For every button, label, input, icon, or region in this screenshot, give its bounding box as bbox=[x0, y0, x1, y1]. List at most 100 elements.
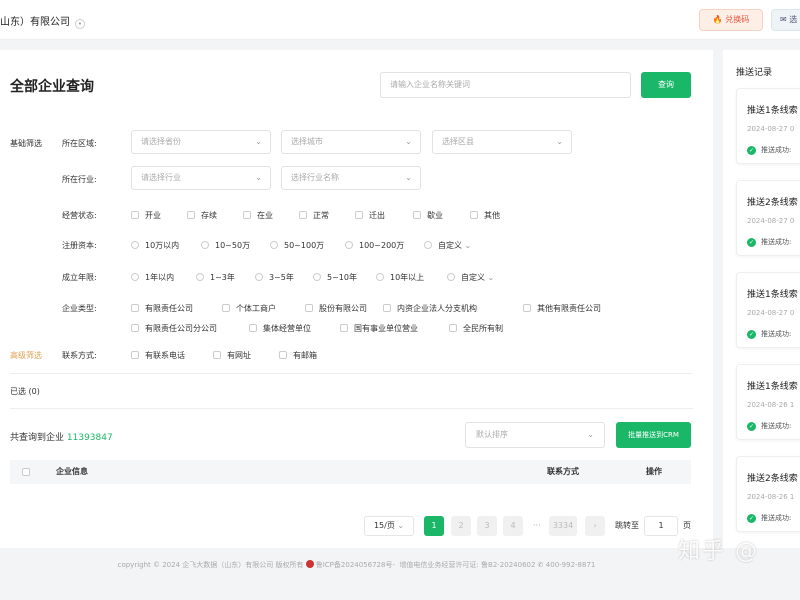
checkbox[interactable] bbox=[470, 211, 478, 219]
years-option[interactable]: 3~5年 bbox=[255, 272, 294, 283]
icp-link[interactable]: 鲁ICP备2024056728号- bbox=[316, 561, 395, 569]
contact-option[interactable]: 有邮箱 bbox=[279, 350, 317, 361]
years-option[interactable]: 自定义 ⌄ bbox=[447, 272, 494, 283]
checkbox[interactable] bbox=[131, 324, 139, 332]
redeem-code-button[interactable]: 🔥 兑换码 bbox=[699, 9, 763, 31]
option-text: 50~100万 bbox=[284, 241, 325, 250]
years-option[interactable]: 1~3年 bbox=[196, 272, 235, 283]
sort-select[interactable]: 默认排序 ⌄ bbox=[465, 422, 605, 448]
push-record-card[interactable]: 推送1条线索 2024-08-27 0 ✓ 推送成功: bbox=[736, 272, 800, 348]
radio[interactable] bbox=[270, 241, 278, 249]
type-option[interactable]: 集体经营单位 bbox=[249, 323, 311, 334]
radio[interactable] bbox=[313, 273, 321, 281]
region-label: 所在区域: bbox=[62, 139, 97, 148]
settings-icon[interactable]: • bbox=[75, 19, 85, 29]
status-option[interactable]: 在业 bbox=[243, 210, 273, 221]
radio[interactable] bbox=[131, 273, 139, 281]
status-option[interactable]: 迁出 bbox=[355, 210, 385, 221]
column-header-action: 操作 bbox=[646, 467, 662, 476]
industry-label: 所在行业: bbox=[62, 175, 97, 184]
search-button[interactable]: 查询 bbox=[641, 72, 691, 98]
type-option[interactable]: 有限责任公司 bbox=[131, 303, 193, 314]
radio[interactable] bbox=[255, 273, 263, 281]
capital-option[interactable]: 10~50万 bbox=[201, 240, 250, 251]
checkbox[interactable] bbox=[131, 351, 139, 359]
type-option[interactable]: 全民所有制 bbox=[449, 323, 503, 334]
type-option[interactable]: 其他有限责任公司 bbox=[523, 303, 601, 314]
city-select[interactable]: 选择城市 ⌄ bbox=[281, 130, 421, 154]
check-circle-icon: ✓ bbox=[747, 422, 756, 431]
sort-placeholder: 默认排序 bbox=[476, 430, 508, 439]
search-input[interactable]: 请输入企业名称关键词 bbox=[380, 72, 631, 98]
radio[interactable] bbox=[376, 273, 384, 281]
radio[interactable] bbox=[201, 241, 209, 249]
radio[interactable] bbox=[196, 273, 204, 281]
years-option[interactable]: 5~10年 bbox=[313, 272, 357, 283]
next-page-button[interactable]: › bbox=[585, 516, 605, 536]
radio[interactable] bbox=[424, 241, 432, 249]
checkbox[interactable] bbox=[413, 211, 421, 219]
district-select[interactable]: 选择区县 ⌄ bbox=[432, 130, 572, 154]
capital-option[interactable]: 50~100万 bbox=[270, 240, 324, 251]
type-option[interactable]: 有限责任公司分公司 bbox=[131, 323, 217, 334]
checkbox[interactable] bbox=[279, 351, 287, 359]
option-text: 5~10年 bbox=[327, 273, 357, 282]
select-all-checkbox[interactable] bbox=[22, 468, 30, 476]
page-size-select[interactable]: 15/页 ⌄ bbox=[364, 516, 414, 536]
status-option[interactable]: 开业 bbox=[131, 210, 161, 221]
push-record-card[interactable]: 推送2条线索 2024-08-26 1 ✓ 推送成功: bbox=[736, 456, 800, 532]
years-option[interactable]: 10年以上 bbox=[376, 272, 424, 283]
status-option[interactable]: 存续 bbox=[187, 210, 217, 221]
footer: copyright © 2024 企飞大数据（山东）有限公司 版权所有 鲁ICP… bbox=[0, 560, 713, 570]
contact-option[interactable]: 有网址 bbox=[213, 350, 251, 361]
push-record-card[interactable]: 推送1条线索 2024-08-26 1 ✓ 推送成功: bbox=[736, 364, 800, 440]
checkbox[interactable] bbox=[243, 211, 251, 219]
status-option[interactable]: 歇业 bbox=[413, 210, 443, 221]
checkbox[interactable] bbox=[523, 304, 531, 312]
type-option[interactable]: 国有事业单位营业 bbox=[340, 323, 418, 334]
type-option[interactable]: 股份有限公司 bbox=[305, 303, 367, 314]
industry-name-select[interactable]: 选择行业名称 ⌄ bbox=[281, 166, 421, 190]
province-select[interactable]: 请选择省份 ⌄ bbox=[131, 130, 271, 154]
capital-option[interactable]: 自定义 ⌄ bbox=[424, 240, 471, 251]
record-status: ✓ 推送成功: bbox=[747, 513, 791, 523]
type-option[interactable]: 个体工商户 bbox=[222, 303, 276, 314]
push-record-card[interactable]: 推送2条线索 2024-08-27 0 ✓ 推送成功: bbox=[736, 180, 800, 256]
checkbox[interactable] bbox=[299, 211, 307, 219]
checkbox[interactable] bbox=[383, 304, 391, 312]
page-button[interactable]: 1 bbox=[424, 516, 444, 536]
page-button[interactable]: 2 bbox=[451, 516, 471, 536]
status-option[interactable]: 正常 bbox=[299, 210, 329, 221]
push-to-crm-button[interactable]: 批量推送到CRM bbox=[616, 422, 691, 448]
advanced-filter-label[interactable]: 高级筛选 bbox=[10, 350, 42, 361]
record-title: 推送1条线索 bbox=[747, 106, 798, 116]
checkbox[interactable] bbox=[187, 211, 195, 219]
checkbox[interactable] bbox=[222, 304, 230, 312]
divider bbox=[10, 373, 693, 374]
capital-option[interactable]: 10万以内 bbox=[131, 240, 179, 251]
status-option[interactable]: 其他 bbox=[470, 210, 500, 221]
checkbox[interactable] bbox=[305, 304, 313, 312]
checkbox[interactable] bbox=[249, 324, 257, 332]
checkbox[interactable] bbox=[340, 324, 348, 332]
push-record-card[interactable]: 推送1条线索 2024-08-27 0 ✓ 推送成功: bbox=[736, 88, 800, 164]
checkbox[interactable] bbox=[213, 351, 221, 359]
checkbox[interactable] bbox=[355, 211, 363, 219]
radio[interactable] bbox=[447, 273, 455, 281]
page-button-last[interactable]: 3334 bbox=[549, 516, 577, 536]
radio[interactable] bbox=[345, 241, 353, 249]
checkbox[interactable] bbox=[449, 324, 457, 332]
header-more-button[interactable]: ✉ 选 bbox=[771, 9, 800, 31]
result-number: 11393847 bbox=[66, 433, 113, 443]
radio[interactable] bbox=[131, 241, 139, 249]
jump-page-input[interactable]: 1 bbox=[644, 516, 678, 536]
page-button[interactable]: 4 bbox=[503, 516, 523, 536]
industry-select[interactable]: 请选择行业 ⌄ bbox=[131, 166, 271, 190]
contact-option[interactable]: 有联系电话 bbox=[131, 350, 185, 361]
checkbox[interactable] bbox=[131, 211, 139, 219]
capital-option[interactable]: 100~200万 bbox=[345, 240, 404, 251]
page-button[interactable]: 3 bbox=[477, 516, 497, 536]
years-option[interactable]: 1年以内 bbox=[131, 272, 174, 283]
type-option[interactable]: 内资企业法人分支机构 bbox=[383, 303, 477, 314]
checkbox[interactable] bbox=[131, 304, 139, 312]
